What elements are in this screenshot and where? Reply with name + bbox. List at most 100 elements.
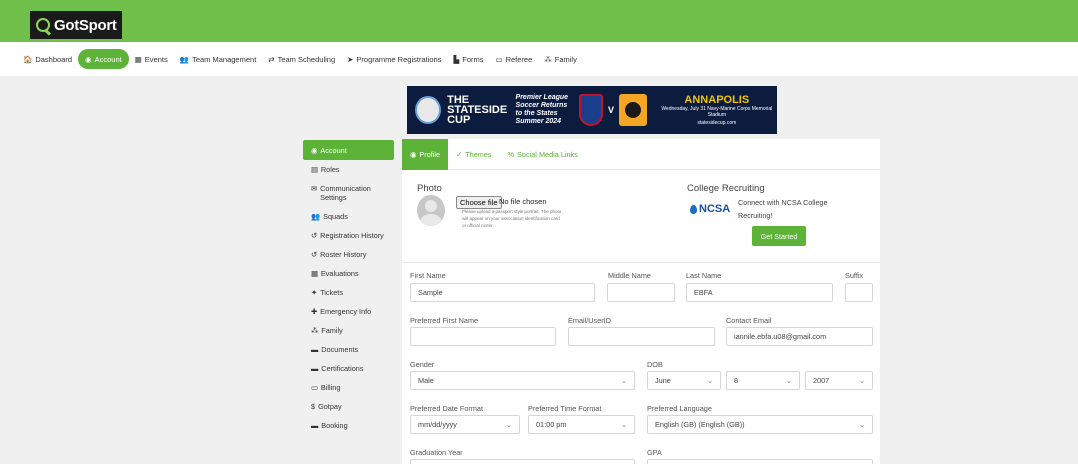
users-icon: 👥 [311, 212, 321, 221]
middle-name-label: Middle Name [608, 271, 651, 280]
stateside-cup-banner[interactable]: THE STATESIDE CUP Premier League Soccer … [407, 86, 777, 134]
tab-profile[interactable]: ◉ Profile [402, 138, 449, 170]
medical-plus-icon: ✚ [311, 307, 318, 316]
dob-year-select[interactable]: 2007 ⌄ [805, 371, 873, 390]
main-nav: 🏠 Dashboard ◉ Account ▦ Events 👥 Team Manage… [0, 42, 1078, 76]
last-name-input[interactable]: EBFA [686, 283, 833, 302]
percent-icon: % [507, 149, 515, 159]
wolves-crest-icon [619, 94, 647, 126]
profile-tabs: ◉ Profile ✓ Themes % Social Media Links [402, 138, 880, 170]
crystal-palace-crest-icon [578, 94, 604, 126]
sidebar-item-booking[interactable]: ▬ Booking [303, 416, 394, 435]
gender-select[interactable]: Male ⌄ [410, 371, 635, 390]
sidebar-item-registration-history[interactable]: ↺ Registration History [303, 226, 394, 245]
soccer-ball-icon [415, 96, 442, 124]
banner-city: ANNAPOLIS [684, 94, 750, 106]
nav-family[interactable]: ⁂ Family [538, 49, 583, 69]
logo-icon [36, 18, 50, 32]
nav-account[interactable]: ◉ Account [78, 49, 129, 69]
nav-events[interactable]: ▦ Events [129, 49, 174, 69]
time-format-select[interactable]: 01:00 pm ⌄ [528, 415, 635, 434]
chevron-down-icon: ⌄ [859, 377, 865, 385]
first-name-label: First Name [410, 271, 446, 280]
dob-day-select[interactable]: 8 ⌄ [726, 371, 800, 390]
suffix-label: Suffix [845, 271, 864, 280]
users-icon: 👥 [179, 54, 190, 64]
banner-url: statesidecup.com [697, 120, 737, 126]
contact-email-input[interactable]: iannile.ebfa.u08@gmail.com [726, 327, 873, 346]
file-icon: ▙ [453, 54, 460, 64]
nav-referee[interactable]: ▭ Referee [489, 49, 538, 69]
history-icon: ↺ [311, 250, 318, 259]
gpa-input[interactable] [647, 459, 873, 464]
get-started-button[interactable]: Get Started [752, 226, 806, 246]
sidebar-item-communication-settings[interactable]: ✉ Communication Settings [303, 179, 394, 207]
sidebar-item-roles[interactable]: ▤ Roles [303, 160, 394, 179]
nav-programme-registrations[interactable]: ➤ Programme Registrations [341, 49, 447, 69]
divider [402, 262, 880, 263]
suffix-input[interactable] [845, 283, 873, 302]
sidebar-item-documents[interactable]: ▬ Documents [303, 340, 394, 359]
first-name-input[interactable]: Sample [410, 283, 595, 302]
sitemap-icon: ⁂ [311, 326, 319, 335]
brush-icon: ✓ [456, 149, 463, 159]
sidebar-item-gotpay[interactable]: $ Gotpay [303, 397, 394, 416]
folder-icon: ▬ [311, 364, 319, 373]
time-format-label: Preferred Time Format [528, 404, 602, 413]
sidebar-item-emergency-info[interactable]: ✚ Emergency Info [303, 302, 394, 321]
sidebar-item-roster-history[interactable]: ↺ Roster History [303, 245, 394, 264]
tab-themes[interactable]: ✓ Themes [448, 139, 499, 170]
calendar-icon: ▦ [134, 54, 142, 64]
sidebar-item-certifications[interactable]: ▬ Certifications [303, 359, 394, 378]
chevron-down-icon: ⌄ [707, 377, 713, 385]
photo-note: Please upload a passport style portrait.… [462, 209, 562, 228]
sitemap-icon: ⁂ [544, 54, 552, 64]
gotsport-logo[interactable]: GotSport [30, 11, 122, 39]
dollar-icon: $ [311, 402, 316, 411]
history-icon: ↺ [311, 231, 318, 240]
id-card-icon: ▤ [311, 165, 318, 174]
nav-team-management[interactable]: 👥 Team Management [174, 49, 263, 69]
dob-label: DOB [647, 360, 663, 369]
email-userid-input[interactable] [568, 327, 715, 346]
contact-email-label: Contact Email [726, 316, 772, 325]
user-circle-icon: ◉ [410, 149, 417, 159]
ncsa-drop-icon [690, 204, 697, 214]
plane-icon: ✦ [311, 288, 318, 297]
graduation-year-input[interactable] [410, 459, 635, 464]
middle-name-input[interactable] [607, 283, 675, 302]
sidebar-item-evaluations[interactable]: ▦ Evaluations [303, 264, 394, 283]
calendar-blank-icon: ▭ [495, 54, 503, 64]
language-select[interactable]: English (GB) (English (GB)) ⌄ [647, 415, 873, 434]
tab-social-media-links[interactable]: % Social Media Links [500, 139, 586, 170]
calendar-icon: ▦ [311, 269, 318, 278]
home-icon: 🏠 [23, 54, 33, 64]
dob-month-select[interactable]: June ⌄ [647, 371, 721, 390]
preferred-first-name-input[interactable] [410, 327, 556, 346]
chevron-down-icon: ⌄ [506, 421, 512, 429]
gender-label: Gender [410, 360, 435, 369]
language-label: Preferred Language [647, 404, 712, 413]
profile-panel: ◉ Profile ✓ Themes % Social Media Links Pho… [402, 138, 880, 464]
sidebar-item-family[interactable]: ⁂ Family [303, 321, 394, 340]
banner-date: Wednesday, July 31 Navy-Marine Corps Mem… [661, 106, 773, 118]
banner-venue: ANNAPOLIS Wednesday, July 31 Navy-Marine… [657, 94, 777, 126]
nav-team-scheduling[interactable]: ⇄ Team Scheduling [262, 49, 341, 69]
last-name-label: Last Name [686, 271, 722, 280]
sidebar-item-billing[interactable]: ▭ Billing [303, 378, 394, 397]
nav-forms[interactable]: ▙ Forms [447, 49, 489, 69]
date-format-label: Preferred Date Format [410, 404, 483, 413]
top-bar: GotSport [0, 0, 1078, 42]
chevron-down-icon: ⌄ [621, 377, 627, 385]
banner-title: THE STATESIDE CUP [447, 94, 508, 126]
user-circle-icon: ◉ [311, 145, 318, 155]
bed-icon: ▬ [311, 421, 319, 430]
sidebar-item-account[interactable]: ◉ Account [303, 140, 394, 160]
nav-dashboard[interactable]: 🏠 Dashboard [17, 49, 78, 69]
banner-versus: V [608, 105, 615, 115]
sidebar-item-tickets[interactable]: ✦ Tickets [303, 283, 394, 302]
gpa-label: GPA [647, 448, 662, 457]
user-circle-icon: ◉ [85, 54, 92, 64]
date-format-select[interactable]: mm/dd/yyyy ⌄ [410, 415, 520, 434]
sidebar-item-squads[interactable]: 👥 Squads [303, 207, 394, 226]
